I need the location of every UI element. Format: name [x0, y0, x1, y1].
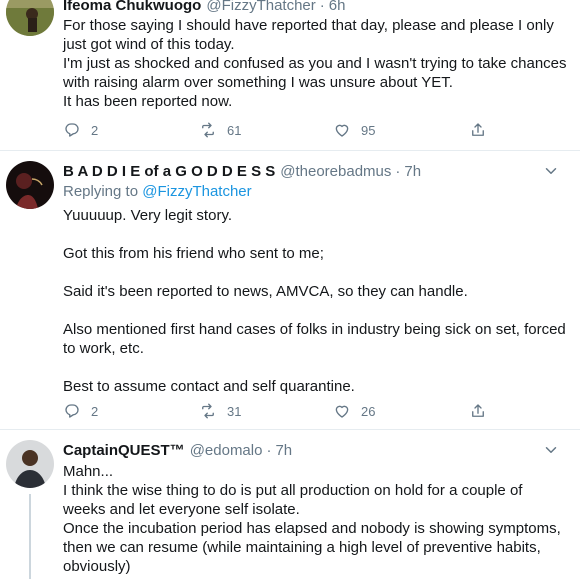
avatar[interactable] — [6, 440, 54, 488]
share-icon — [472, 123, 484, 136]
text-line: For those saying I should have reported … — [63, 17, 554, 34]
timestamp[interactable]: 7h — [404, 163, 421, 180]
like-count: 95 — [361, 122, 376, 138]
reply-count: 2 — [91, 403, 99, 419]
share-button[interactable] — [469, 402, 487, 420]
reply-button[interactable]: 2 — [63, 121, 98, 139]
like-icon — [335, 405, 349, 418]
tweet-header: Ifeoma Chukwuogo @FizzyThatcher · 6h — [63, 0, 572, 16]
separator-dot: · — [395, 162, 401, 180]
mention-link[interactable]: @FizzyThatcher — [142, 183, 251, 200]
reply-button[interactable]: 2 — [63, 402, 98, 420]
retweet-button[interactable]: 61 — [199, 121, 241, 139]
display-name[interactable]: Ifeoma Chukwuogo — [63, 0, 201, 14]
avatar[interactable] — [6, 0, 54, 36]
reply-icon — [65, 123, 79, 137]
separator-dot: · — [266, 441, 272, 459]
text-line: Also mentioned first hand cases of folks… — [63, 321, 566, 338]
like-count: 26 — [361, 403, 376, 419]
thread-line — [29, 494, 31, 579]
text-line: I'm just as shocked and confused as you … — [63, 55, 567, 72]
text-line: then we can resume (while maintaining a … — [63, 539, 541, 556]
share-icon — [472, 404, 484, 417]
reply-icon — [65, 404, 79, 418]
user-handle[interactable]: @theorebadmus — [280, 163, 391, 180]
like-icon — [335, 124, 349, 137]
tweet-edomalo[interactable]: CaptainQUEST™ @edomalo · 7h Mahn... I th… — [0, 430, 580, 579]
user-handle[interactable]: @FizzyThatcher — [206, 0, 315, 14]
tweet-theorebadmus[interactable]: B A D D I E of a G O D D E S S @theoreba… — [0, 151, 580, 435]
text-line: weeks and let everyone self isolate. — [63, 501, 300, 518]
timestamp[interactable]: 6h — [329, 0, 346, 14]
avatar[interactable] — [6, 161, 54, 209]
tweet-actions: 2 61 95 — [63, 121, 493, 143]
separator-dot: · — [319, 0, 325, 14]
text-line: Best to assume contact and self quaranti… — [63, 378, 355, 395]
text-line: Yuuuuup. Very legit story. — [63, 207, 232, 224]
reply-count: 2 — [91, 122, 99, 138]
text-line: It has been reported now. — [63, 93, 233, 110]
text-line: to work, etc. — [63, 340, 144, 357]
retweet-icon — [202, 122, 214, 138]
text-line: just got wind of this today. — [63, 36, 235, 53]
retweet-count: 61 — [227, 122, 242, 138]
text-line: Got this from his friend who sent to me; — [63, 245, 324, 262]
chevron-down-icon[interactable] — [542, 441, 560, 459]
tweet-actions: 2 31 26 — [63, 402, 493, 424]
share-button[interactable] — [469, 121, 487, 139]
tweet-text: For those saying I should have reported … — [63, 16, 571, 111]
tweet-text: Mahn... I think the wise thing to do is … — [63, 462, 571, 576]
text-line: Mahn... — [63, 463, 114, 480]
like-button[interactable]: 26 — [333, 402, 375, 420]
user-handle[interactable]: @edomalo — [190, 442, 263, 459]
tweet-header: CaptainQUEST™ @edomalo · 7h — [63, 439, 572, 461]
text-line: obviously) — [63, 558, 131, 575]
display-name[interactable]: CaptainQUEST™ — [63, 442, 185, 459]
retweet-icon — [202, 403, 214, 419]
text-line: Said it's been reported to news, AMVCA, … — [63, 283, 468, 300]
retweet-count: 31 — [227, 403, 242, 419]
display-name[interactable]: B A D D I E of a G O D D E S S — [63, 163, 275, 180]
retweet-button[interactable]: 31 — [199, 402, 241, 420]
like-button[interactable]: 95 — [333, 121, 375, 139]
chevron-down-icon[interactable] — [542, 162, 560, 180]
replying-to: Replying to @FizzyThatcher — [63, 183, 252, 200]
text-line: I think the wise thing to do is put all … — [63, 482, 523, 499]
tweet-fizzythatcher[interactable]: Ifeoma Chukwuogo @FizzyThatcher · 6h For… — [0, 0, 580, 150]
text-line: with raising alarm over something I was … — [63, 74, 453, 91]
tweet-header: B A D D I E of a G O D D E S S @theoreba… — [63, 160, 572, 182]
replying-label: Replying to — [63, 183, 139, 200]
text-line: Once the incubation period has elapsed a… — [63, 520, 561, 537]
timestamp[interactable]: 7h — [275, 442, 292, 459]
tweet-text: Yuuuuup. Very legit story. Got this from… — [63, 206, 571, 396]
